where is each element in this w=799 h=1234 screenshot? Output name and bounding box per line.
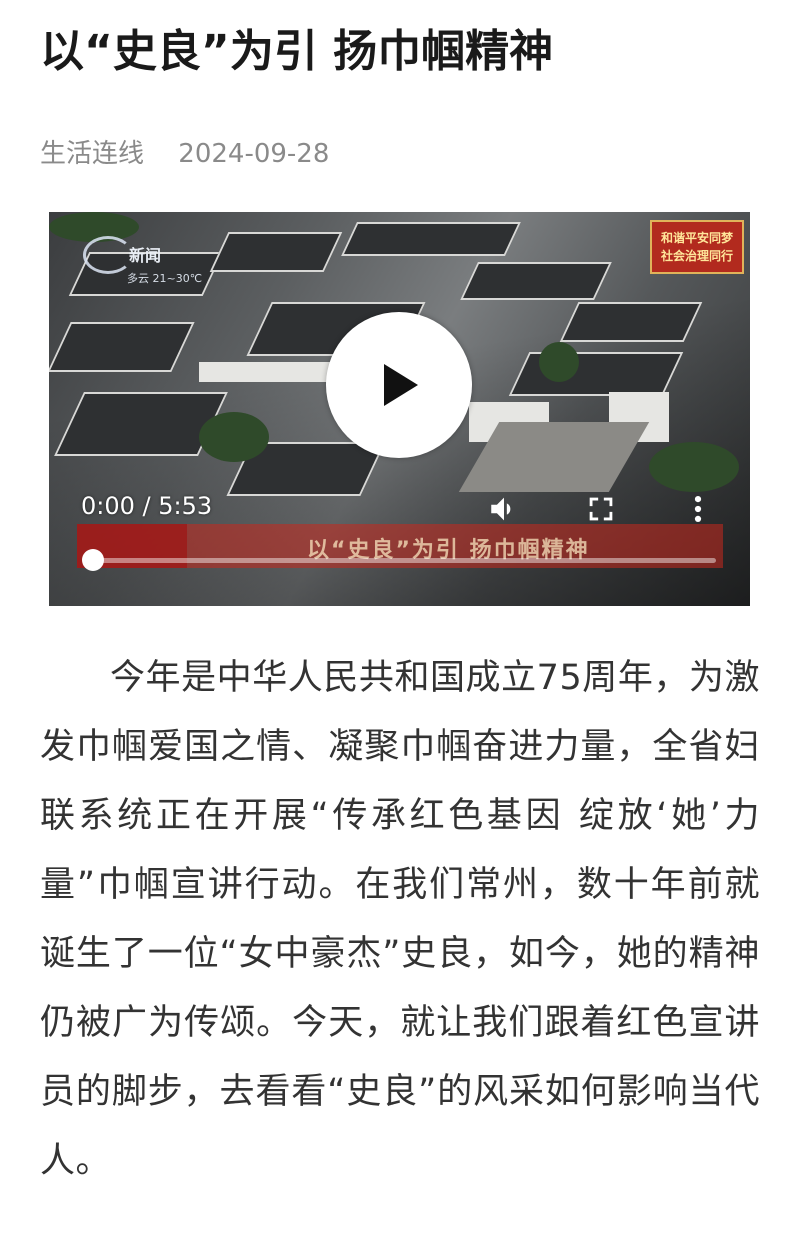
scene-roof [209, 232, 343, 272]
video-time-display: 0:00 / 5:53 [81, 492, 213, 520]
tv-station-logo: 新闻 多云 21~30℃ [83, 236, 203, 286]
fullscreen-icon [589, 497, 613, 521]
scene-tree [199, 412, 269, 462]
station-channel-name: 新闻 [129, 246, 162, 265]
scene-roof [341, 222, 521, 256]
play-icon [384, 364, 418, 406]
article-body: 今年是中华人民共和国成立75周年，为激发巾帼爱国之情、凝聚巾帼奋进力量，全省妇联… [40, 658, 760, 1181]
article-title: 以“史良”为引 扬巾帼精神 [40, 26, 554, 77]
scene-roof [559, 302, 703, 342]
article-source[interactable]: 生活连线 [40, 139, 144, 169]
volume-button[interactable] [487, 492, 521, 526]
scene-roof [508, 352, 684, 396]
scene-tree [539, 342, 579, 382]
scene-tree [649, 442, 739, 492]
scene-roof [460, 262, 612, 300]
station-logo-icon [83, 236, 133, 274]
play-button[interactable] [326, 312, 472, 458]
article-date: 2024-09-28 [178, 139, 330, 169]
video-progress-thumb[interactable] [82, 549, 104, 571]
volume-icon [491, 497, 511, 521]
video-progress-bar[interactable] [82, 549, 716, 571]
scene-roof [49, 322, 195, 372]
promo-badge-line1: 和谐平安同梦 [660, 231, 733, 245]
station-weather: 多云 21~30℃ [127, 272, 203, 285]
promo-badge-line2: 社会治理同行 [660, 249, 733, 263]
promo-badge: 和谐平安同梦 社会治理同行 [650, 220, 744, 274]
fullscreen-button[interactable] [584, 492, 618, 526]
more-options-button[interactable] [681, 492, 715, 526]
video-player[interactable]: 新闻 多云 21~30℃ 和谐平安同梦 社会治理同行 以“史良”为引 扬巾帼精神… [49, 212, 750, 606]
more-vertical-icon [694, 495, 702, 523]
article-meta: 生活连线 2024-09-28 [40, 136, 329, 172]
